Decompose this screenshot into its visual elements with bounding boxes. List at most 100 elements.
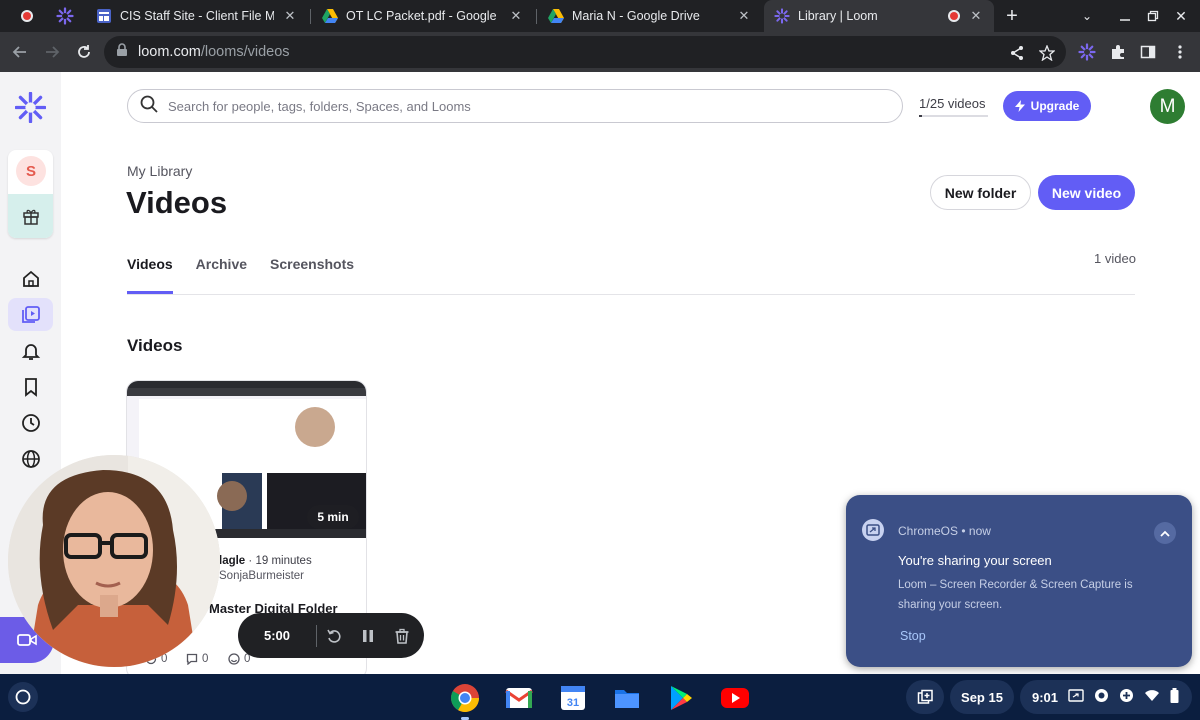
cast-icon xyxy=(1068,689,1084,705)
workspace-switcher[interactable]: S xyxy=(8,150,53,238)
camera-bubble[interactable] xyxy=(8,455,220,667)
tab-title: CIS Staff Site - Client File Materi xyxy=(120,9,274,23)
system-shelf: 31 Sep 15 9:01 xyxy=(0,674,1200,720)
search-bar[interactable] xyxy=(127,89,903,123)
forward-icon[interactable] xyxy=(40,40,64,64)
recording-timer: 5:00 xyxy=(263,628,291,643)
youtube-icon[interactable] xyxy=(719,682,751,714)
chevron-up-icon[interactable] xyxy=(1154,522,1176,544)
close-icon[interactable]: ✕ xyxy=(968,8,984,24)
video-owner[interactable]: lagle · 19 minutes xyxy=(219,555,312,567)
section-title: Videos xyxy=(127,336,183,355)
status-tray[interactable]: 9:01 xyxy=(1020,680,1192,714)
loom-extension-icon[interactable] xyxy=(1078,43,1096,61)
video-quota-fill xyxy=(919,115,922,117)
google-drive-icon xyxy=(322,8,338,24)
tab-screenshots[interactable]: Screenshots xyxy=(270,256,354,294)
notification-body: Loom – Screen Recorder & Screen Capture … xyxy=(898,579,1133,611)
loom-logo-icon[interactable] xyxy=(14,91,47,128)
back-icon[interactable] xyxy=(8,40,32,64)
recording-indicator-icon[interactable] xyxy=(14,0,40,32)
divider xyxy=(127,294,1135,295)
gmail-icon[interactable] xyxy=(503,682,535,714)
restore-icon[interactable] xyxy=(1142,0,1164,32)
notification-title: You're sharing your screen xyxy=(898,553,1052,568)
calendar-icon[interactable]: 31 xyxy=(557,682,589,714)
video-quota-text[interactable]: 1/25 videos xyxy=(919,96,986,111)
restart-icon[interactable] xyxy=(317,613,351,658)
more-menu-icon[interactable] xyxy=(1171,43,1189,61)
library-icon[interactable] xyxy=(8,298,53,331)
lightning-icon xyxy=(1014,100,1025,112)
globe-icon[interactable] xyxy=(8,442,53,475)
add-circle-icon xyxy=(1119,688,1134,706)
share-icon[interactable] xyxy=(1008,44,1026,62)
profile-avatar[interactable]: M xyxy=(1150,89,1185,124)
google-sites-icon xyxy=(96,8,112,24)
chrome-icon[interactable] xyxy=(449,682,481,720)
tab-videos[interactable]: Videos xyxy=(127,256,173,294)
side-panel-icon[interactable] xyxy=(1139,43,1157,61)
new-video-button[interactable]: New video xyxy=(1038,175,1135,210)
loom-tab-icon[interactable] xyxy=(52,0,78,32)
library-tabs: Videos Archive Screenshots xyxy=(127,256,354,294)
reload-icon[interactable] xyxy=(72,40,96,64)
tab-search-icon[interactable]: ⌄ xyxy=(1076,0,1098,32)
bookmark-star-icon[interactable] xyxy=(1038,44,1056,62)
launcher-icon[interactable] xyxy=(8,682,38,712)
browser-tab-active[interactable]: Library | Loom ✕ xyxy=(764,0,994,32)
tab-archive[interactable]: Archive xyxy=(196,256,247,294)
breadcrumb[interactable]: My Library xyxy=(127,163,192,179)
screen-cast-icon xyxy=(862,519,884,541)
date-pill[interactable]: Sep 15 xyxy=(950,680,1014,714)
search-input[interactable] xyxy=(168,98,868,114)
svg-text:31: 31 xyxy=(567,697,579,709)
new-folder-button[interactable]: New folder xyxy=(930,175,1031,210)
window-close-icon[interactable]: ✕ xyxy=(1170,0,1192,32)
stop-sharing-button[interactable]: Stop xyxy=(900,629,926,643)
clock-icon[interactable] xyxy=(8,406,53,439)
video-total: 1 video xyxy=(1094,251,1136,266)
lock-icon xyxy=(116,42,128,62)
close-icon[interactable]: ✕ xyxy=(282,8,298,24)
browser-tab[interactable]: Maria N - Google Drive ✕ xyxy=(538,0,762,32)
minimize-icon[interactable] xyxy=(1114,0,1136,32)
screen-share-notification: ChromeOS • now You're sharing your scree… xyxy=(846,495,1192,667)
new-tab-button[interactable]: + xyxy=(1000,0,1024,32)
gift-icon[interactable] xyxy=(8,194,53,238)
files-icon[interactable] xyxy=(611,682,643,714)
comments-count: 0 xyxy=(186,653,208,665)
google-drive-icon xyxy=(548,8,564,24)
home-icon[interactable] xyxy=(8,262,53,295)
comment-icon xyxy=(186,653,198,665)
browser-tab[interactable]: CIS Staff Site - Client File Materi ✕ xyxy=(86,0,308,32)
page-title: Videos xyxy=(126,185,228,220)
trash-icon[interactable] xyxy=(385,613,419,658)
duration-badge: 5 min xyxy=(307,505,359,529)
close-icon[interactable]: ✕ xyxy=(736,8,752,24)
emoji-icon xyxy=(228,653,240,665)
record-status-icon xyxy=(1094,688,1109,706)
upgrade-button[interactable]: Upgrade xyxy=(1003,91,1091,121)
clock-text: 9:01 xyxy=(1032,689,1059,705)
video-quota-bar xyxy=(919,115,988,117)
browser-tab[interactable]: OT LC Packet.pdf - Google Drive ✕ xyxy=(312,0,534,32)
address-bar[interactable]: loom.com/looms/videos xyxy=(104,36,1066,68)
tab-title: Library | Loom xyxy=(798,9,878,23)
video-camera-icon xyxy=(17,634,37,646)
screen-capture-icon[interactable] xyxy=(906,680,944,714)
recording-indicator-icon xyxy=(948,10,960,22)
reactions-count: 0 xyxy=(228,653,250,665)
bell-icon[interactable] xyxy=(8,334,53,367)
extensions-puzzle-icon[interactable] xyxy=(1109,43,1127,61)
pause-icon[interactable] xyxy=(351,613,385,658)
workspace-avatar[interactable]: S xyxy=(16,156,46,186)
loom-icon xyxy=(774,8,790,24)
bookmark-icon[interactable] xyxy=(8,370,53,403)
close-icon[interactable]: ✕ xyxy=(508,8,524,24)
url-text: loom.com/looms/videos xyxy=(138,44,290,60)
video-workspace[interactable]: SonjaBurmeister xyxy=(219,570,304,582)
tab-title: Maria N - Google Drive xyxy=(572,9,700,23)
notification-source: ChromeOS • now xyxy=(898,524,991,538)
play-store-icon[interactable] xyxy=(665,682,697,714)
